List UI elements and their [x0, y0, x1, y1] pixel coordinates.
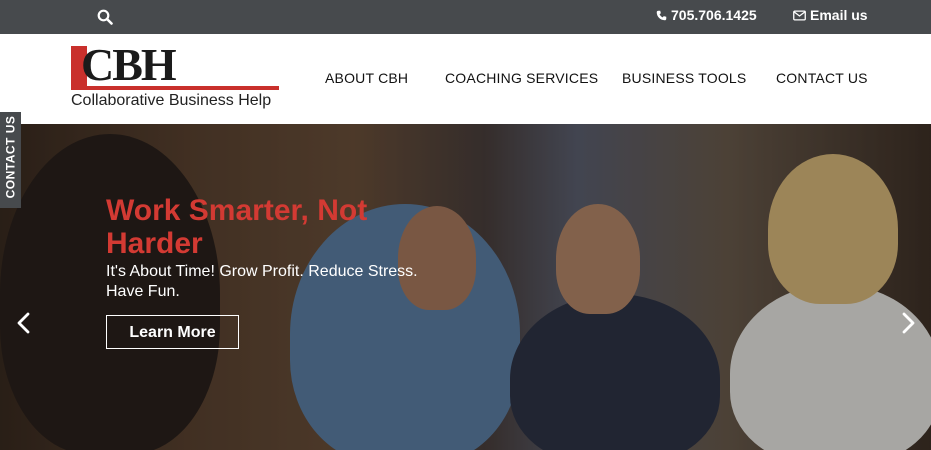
- chevron-right-icon[interactable]: [898, 312, 918, 334]
- nav-coaching-services[interactable]: COACHING SERVICES: [445, 70, 598, 86]
- search-icon[interactable]: [97, 9, 113, 25]
- logo-tagline: Collaborative Business Help: [71, 92, 272, 109]
- nav-about-cbh[interactable]: ABOUT CBH: [325, 70, 408, 86]
- logo-mark: CBH: [81, 39, 177, 90]
- contact-us-side-tab[interactable]: CONTACT US: [0, 112, 21, 208]
- phone-contact[interactable]: 705.706.1425: [656, 7, 757, 23]
- learn-more-button[interactable]: Learn More: [106, 315, 239, 349]
- phone-icon: [656, 10, 667, 20]
- phone-number: 705.706.1425: [671, 7, 757, 23]
- chevron-left-icon[interactable]: [14, 312, 34, 334]
- nav-contact-us[interactable]: CONTACT US: [776, 70, 868, 86]
- envelope-icon: [793, 9, 806, 21]
- top-bar: 705.706.1425 Email us: [0, 0, 931, 34]
- cbh-logo[interactable]: CBH Collaborative Business Help: [71, 39, 281, 114]
- email-link[interactable]: Email us: [793, 7, 868, 23]
- hero-headline: Work Smarter, Not Harder: [106, 194, 368, 260]
- side-tab-label: CONTACT US: [3, 115, 18, 199]
- email-label: Email us: [810, 7, 868, 23]
- nav-business-tools[interactable]: BUSINESS TOOLS: [622, 70, 746, 86]
- logo-red-bar: [71, 86, 279, 90]
- hero-subtext: It's About Time! Grow Profit. Reduce Str…: [106, 263, 418, 300]
